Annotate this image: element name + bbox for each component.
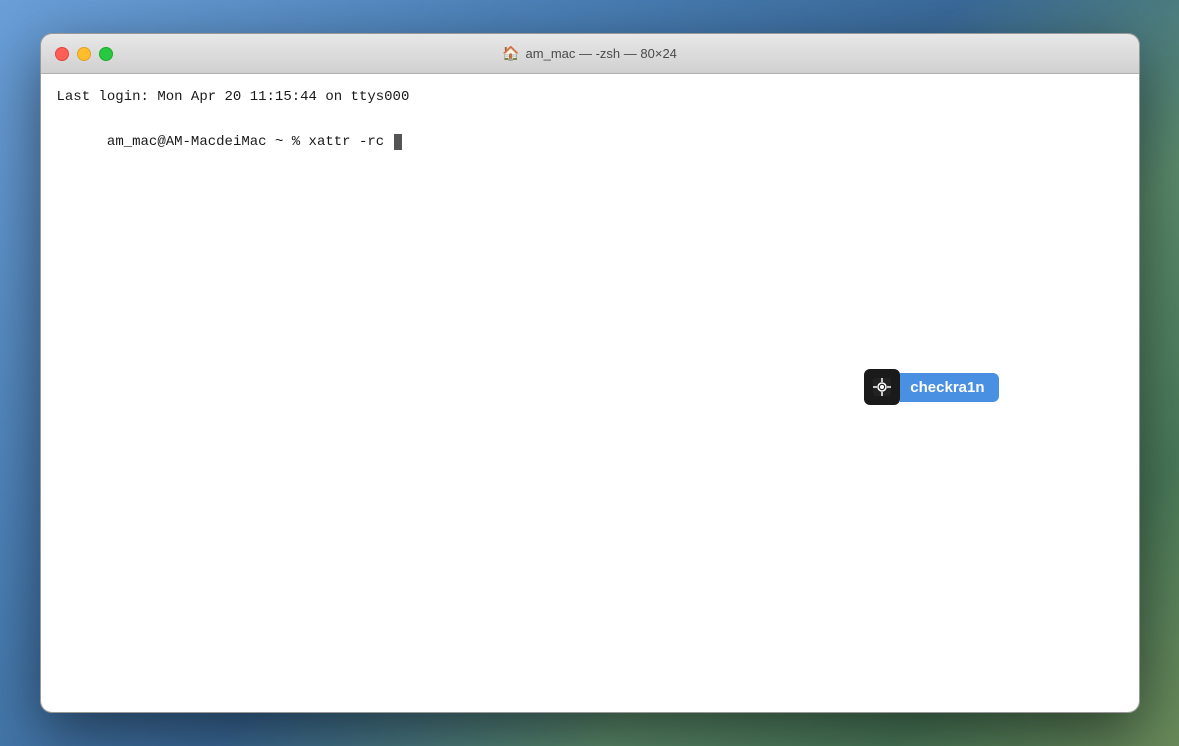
terminal-cursor [394,134,402,150]
traffic-lights [55,47,113,61]
terminal-line-1: Last login: Mon Apr 20 11:15:44 on ttys0… [57,86,1123,108]
close-button[interactable] [55,47,69,61]
window-title: am_mac — -zsh — 80×24 [526,46,677,61]
checkra1n-svg-icon [871,376,893,398]
title-bar-text: 🏠 am_mac — -zsh — 80×24 [502,45,677,62]
maximize-button[interactable] [99,47,113,61]
title-bar: 🏠 am_mac — -zsh — 80×24 [41,34,1139,74]
minimize-button[interactable] [77,47,91,61]
terminal-body[interactable]: Last login: Mon Apr 20 11:15:44 on ttys0… [41,74,1139,712]
house-icon: 🏠 [502,45,519,62]
checkra1n-icon [864,369,900,405]
terminal-window: 🏠 am_mac — -zsh — 80×24 Last login: Mon … [40,33,1140,713]
terminal-line-2: am_mac@AM-MacdeiMac ~ % xattr -rc [57,108,1123,175]
checkra1n-tooltip: checkra1n [864,369,998,405]
checkra1n-label: checkra1n [900,373,998,402]
